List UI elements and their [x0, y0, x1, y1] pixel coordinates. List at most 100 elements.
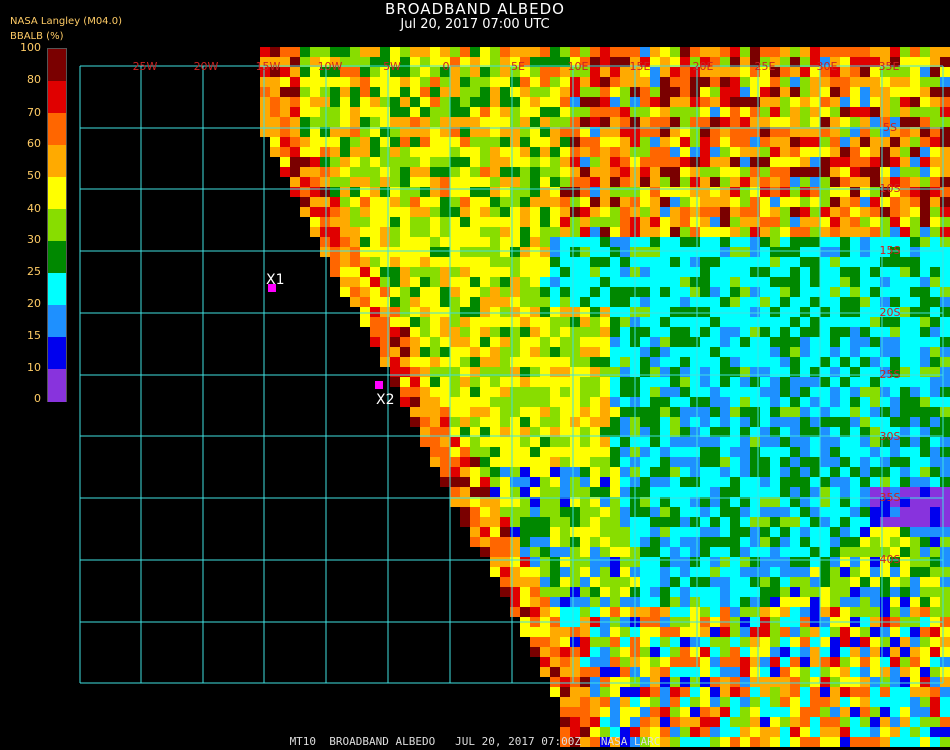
albedo-cell: [710, 527, 720, 537]
albedo-cell: [550, 477, 560, 487]
albedo-cell: [540, 347, 550, 357]
albedo-cell: [810, 377, 820, 387]
albedo-cell: [760, 457, 770, 467]
albedo-cell: [480, 237, 490, 247]
albedo-cell: [740, 147, 750, 157]
albedo-cell: [440, 257, 450, 267]
albedo-cell: [780, 597, 790, 607]
albedo-cell: [440, 397, 450, 407]
albedo-cell: [450, 47, 460, 57]
albedo-cell: [810, 137, 820, 147]
albedo-cell: [810, 537, 820, 547]
albedo-cell: [820, 697, 830, 707]
albedo-cell: [570, 257, 580, 267]
albedo-cell: [710, 77, 720, 87]
albedo-cell: [830, 147, 840, 157]
latitude-label: 10S: [880, 182, 901, 195]
albedo-cell: [900, 567, 910, 577]
albedo-cell: [680, 267, 690, 277]
albedo-cell: [930, 477, 940, 487]
albedo-cell: [710, 297, 720, 307]
albedo-cell: [830, 587, 840, 597]
albedo-cell: [650, 47, 660, 57]
albedo-cell: [870, 97, 880, 107]
albedo-cell: [540, 197, 550, 207]
albedo-cell: [910, 607, 920, 617]
albedo-cell: [610, 247, 620, 257]
albedo-cell: [710, 717, 720, 727]
albedo-cell: [560, 607, 570, 617]
albedo-cell: [890, 147, 900, 157]
albedo-cell: [840, 77, 850, 87]
albedo-cell: [530, 197, 540, 207]
albedo-cell: [870, 167, 880, 177]
albedo-cell: [360, 97, 370, 107]
albedo-cell: [900, 247, 910, 257]
albedo-cell: [850, 347, 860, 357]
albedo-cell: [270, 147, 280, 157]
albedo-cell: [500, 317, 510, 327]
albedo-cell: [570, 167, 580, 177]
albedo-cell: [760, 517, 770, 527]
albedo-cell: [600, 227, 610, 237]
albedo-cell: [940, 77, 950, 87]
albedo-cell: [650, 627, 660, 637]
albedo-cell: [420, 67, 430, 77]
albedo-cell: [720, 327, 730, 337]
albedo-cell: [290, 67, 300, 77]
albedo-cell: [550, 607, 560, 617]
albedo-cell: [710, 467, 720, 477]
albedo-cell: [770, 387, 780, 397]
albedo-cell: [940, 627, 950, 637]
albedo-cell: [470, 257, 480, 267]
albedo-cell: [600, 67, 610, 77]
albedo-cell: [260, 47, 270, 57]
albedo-cell: [670, 527, 680, 537]
albedo-cell: [930, 677, 940, 687]
albedo-cell: [660, 647, 670, 657]
albedo-cell: [280, 167, 290, 177]
albedo-cell: [710, 157, 720, 167]
albedo-cell: [690, 247, 700, 257]
albedo-cell: [460, 107, 470, 117]
albedo-cell: [910, 437, 920, 447]
albedo-cell: [780, 277, 790, 287]
albedo-cell: [440, 157, 450, 167]
albedo-cell: [580, 237, 590, 247]
albedo-cell: [540, 537, 550, 547]
albedo-cell: [680, 147, 690, 157]
albedo-cell: [610, 447, 620, 457]
albedo-cell: [410, 417, 420, 427]
albedo-cell: [940, 117, 950, 127]
albedo-cell: [590, 277, 600, 287]
albedo-cell: [730, 87, 740, 97]
albedo-cell: [300, 157, 310, 167]
albedo-cell: [910, 447, 920, 457]
albedo-cell: [590, 327, 600, 337]
albedo-cell: [700, 597, 710, 607]
albedo-cell: [640, 677, 650, 687]
albedo-cell: [360, 317, 370, 327]
albedo-cell: [850, 457, 860, 467]
albedo-cell: [580, 207, 590, 217]
albedo-cell: [660, 237, 670, 247]
albedo-cell: [710, 277, 720, 287]
albedo-cell: [310, 137, 320, 147]
albedo-cell: [930, 547, 940, 557]
albedo-cell: [530, 307, 540, 317]
albedo-cell: [840, 257, 850, 267]
albedo-cell: [840, 477, 850, 487]
albedo-cell: [650, 567, 660, 577]
albedo-cell: [670, 277, 680, 287]
albedo-cell: [570, 277, 580, 287]
albedo-cell: [710, 217, 720, 227]
albedo-cell: [860, 527, 870, 537]
albedo-cell: [490, 307, 500, 317]
albedo-cell: [920, 157, 930, 167]
albedo-cell: [570, 87, 580, 97]
albedo-cell: [370, 197, 380, 207]
albedo-cell: [640, 627, 650, 637]
albedo-cell: [660, 407, 670, 417]
albedo-cell: [340, 157, 350, 167]
albedo-cell: [650, 697, 660, 707]
